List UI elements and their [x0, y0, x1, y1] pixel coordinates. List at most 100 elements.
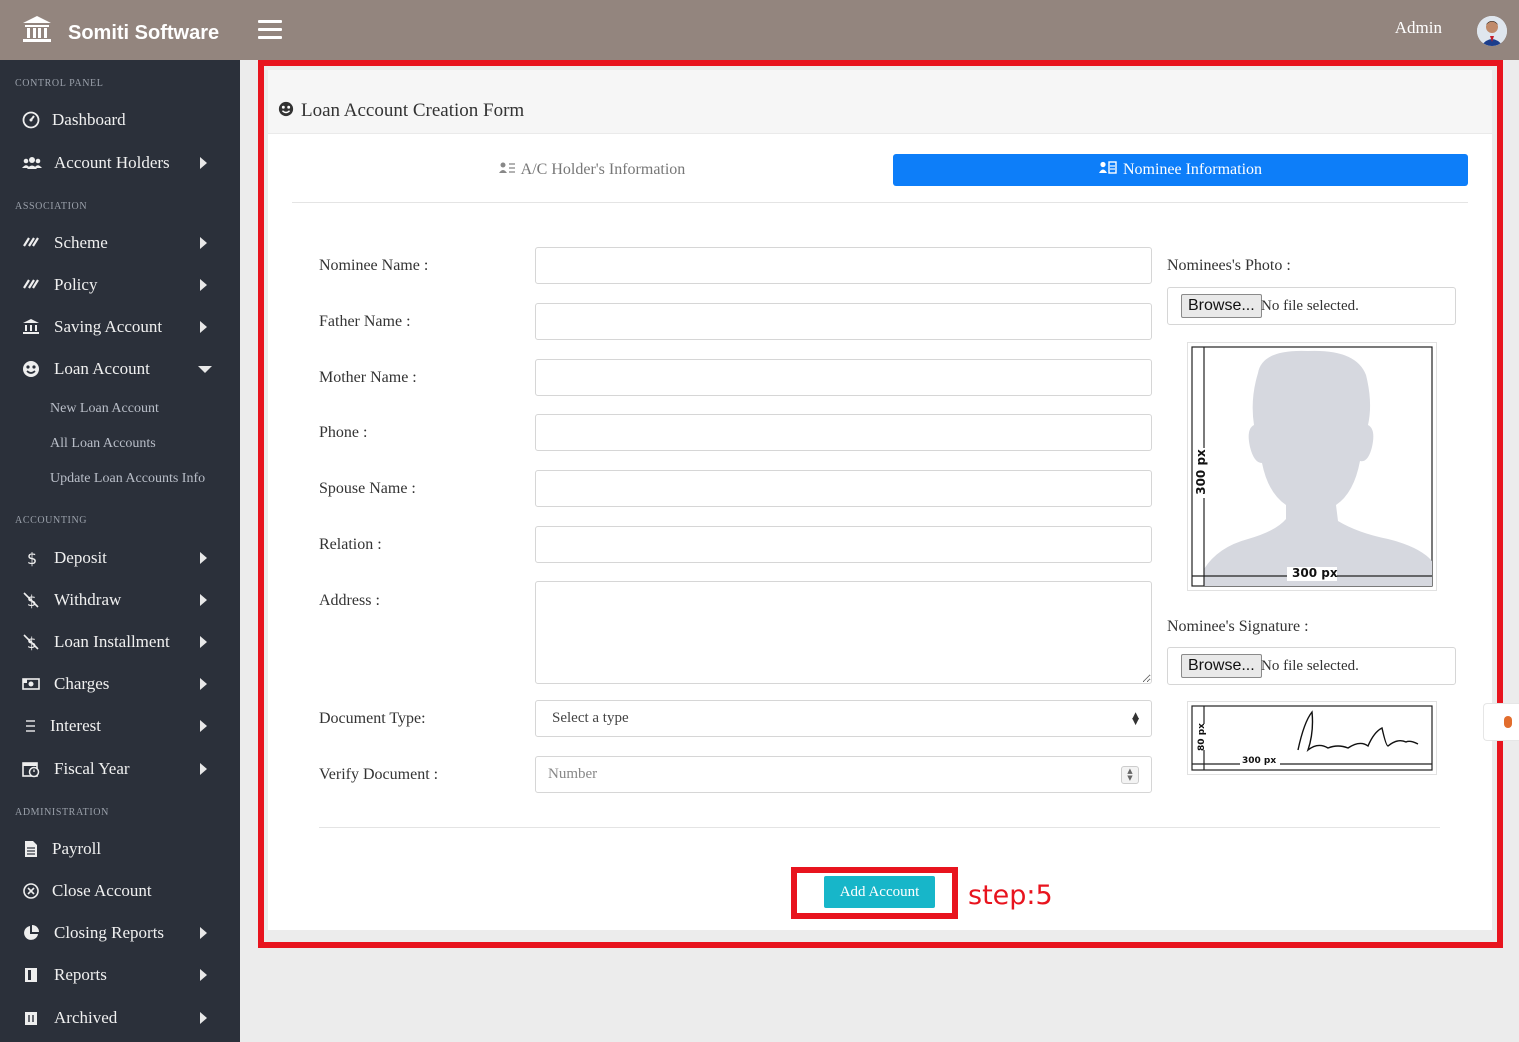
sidebar-label: Reports — [54, 965, 107, 984]
relation-input[interactable] — [535, 526, 1152, 563]
sidebar-subitem-update-loan-accounts[interactable]: Update Loan Accounts Info — [50, 471, 205, 487]
sidebar-item-withdraw[interactable]: $ Withdraw — [0, 581, 240, 619]
document-type-label: Document Type: — [319, 710, 426, 727]
document-type-select[interactable]: Select a type ▲ ▼ — [535, 700, 1152, 737]
brand[interactable]: Somiti Software — [0, 0, 240, 60]
sidebar-label: Withdraw — [54, 590, 122, 609]
sidebar-item-deposit[interactable]: $ Deposit — [0, 539, 240, 577]
link-icon — [22, 276, 40, 294]
sidebar-label: Deposit — [54, 548, 107, 567]
nominee-photo-file-input[interactable]: Browse... No file selected. — [1167, 287, 1456, 325]
photo-browse-button[interactable]: Browse... — [1181, 294, 1262, 318]
sidebar-item-account-holders[interactable]: Account Holders — [0, 144, 240, 182]
top-bar: Somiti Software Admin — [0, 0, 1519, 60]
signature-file-status: No file selected. — [1261, 658, 1359, 674]
sidebar-label: Archived — [54, 1008, 118, 1027]
chevron-right-icon — [200, 594, 207, 606]
sidebar-label: Scheme — [54, 233, 108, 252]
sidebar-label: Dashboard — [52, 110, 126, 129]
father-name-input[interactable] — [535, 303, 1152, 340]
add-account-button[interactable]: Add Account — [824, 876, 935, 908]
user-name[interactable]: Admin — [1395, 18, 1442, 38]
sidebar-label: Loan Installment — [54, 632, 170, 651]
sidebar: CONTROL PANEL Dashboard Account Holders … — [0, 60, 240, 1042]
tab-divider — [292, 202, 1468, 203]
tab-label: Nominee Information — [1122, 161, 1263, 178]
tab-nominee-information[interactable]: Nominee Information — [893, 154, 1468, 186]
signature-width-label: 300 px — [1242, 756, 1277, 766]
avatar[interactable] — [1477, 16, 1507, 46]
sidebar-item-dashboard[interactable]: Dashboard — [0, 101, 240, 139]
address-label: Address : — [319, 592, 380, 609]
sidebar-item-policy[interactable]: Policy — [0, 266, 240, 304]
section-administration: ADMINISTRATION — [15, 807, 109, 818]
bank-icon — [22, 15, 52, 45]
menu-toggle-icon[interactable] — [258, 20, 282, 40]
document-type-value: Select a type — [552, 710, 629, 726]
id-card-icon — [1098, 161, 1117, 179]
dollar-icon: $ — [22, 549, 40, 568]
chevron-right-icon — [200, 927, 207, 939]
sidebar-item-scheme[interactable]: Scheme — [0, 224, 240, 262]
sidebar-item-archived[interactable]: Archived — [0, 999, 240, 1037]
section-accounting: ACCOUNTING — [15, 515, 88, 526]
sidebar-label: Close Account — [52, 881, 152, 900]
chevron-right-icon — [200, 720, 207, 732]
nominee-name-input[interactable] — [535, 247, 1152, 284]
photo-height-label: 300 px — [1193, 449, 1208, 495]
card-header: Loan Account Creation Form — [268, 84, 1492, 134]
sidebar-item-close-account[interactable]: Close Account — [0, 872, 240, 910]
tab-label: A/C Holder's Information — [520, 161, 686, 178]
sidebar-item-fiscal-year[interactable]: Fiscal Year — [0, 750, 240, 788]
close-circle-icon — [22, 882, 40, 900]
photo-width-label: 300 px — [1292, 566, 1338, 580]
sidebar-item-closing-reports[interactable]: Closing Reports — [0, 914, 240, 952]
chevron-right-icon — [200, 969, 207, 981]
form-divider — [319, 827, 1440, 828]
section-control-panel: CONTROL PANEL — [15, 78, 104, 89]
bank-icon — [22, 318, 40, 336]
sidebar-label: Charges — [54, 674, 110, 693]
nominee-name-label: Nominee Name : — [319, 257, 429, 274]
nominee-signature-file-input[interactable]: Browse... No file selected. — [1167, 647, 1456, 685]
sidebar-subitem-new-loan-account[interactable]: New Loan Account — [50, 401, 159, 417]
sidebar-label: Interest — [50, 716, 101, 735]
sidebar-item-saving-account[interactable]: Saving Account — [0, 308, 240, 346]
loan-icon — [278, 101, 294, 117]
sidebar-item-reports[interactable]: Reports — [0, 956, 240, 994]
side-widget-tab[interactable] — [1483, 703, 1519, 741]
sidebar-label: Saving Account — [54, 317, 163, 336]
verify-document-input[interactable]: Number ▲ ▼ — [535, 756, 1152, 793]
svg-text:$: $ — [27, 549, 37, 567]
address-textarea[interactable] — [535, 581, 1152, 684]
sidebar-item-loan-installment[interactable]: $ Loan Installment — [0, 623, 240, 661]
phone-input[interactable] — [535, 414, 1152, 451]
chevron-right-icon — [200, 237, 207, 249]
mother-name-label: Mother Name : — [319, 369, 417, 386]
tab-holder-information[interactable]: A/C Holder's Information — [292, 154, 892, 186]
dashboard-icon — [22, 111, 40, 129]
spouse-name-label: Spouse Name : — [319, 480, 416, 497]
signature-placeholder: 300 px 80 px — [1187, 701, 1437, 775]
link-icon — [22, 234, 40, 252]
nominee-photo-label: Nominees's Photo : — [1167, 257, 1291, 274]
chevron-right-icon — [200, 157, 207, 169]
number-spinner-icon[interactable]: ▲ ▼ — [1121, 766, 1139, 784]
book-icon — [22, 966, 40, 984]
side-widget-icon — [1504, 716, 1512, 728]
sidebar-subitem-all-loan-accounts[interactable]: All Loan Accounts — [50, 436, 156, 452]
mother-name-input[interactable] — [535, 359, 1152, 396]
document-icon — [22, 840, 40, 858]
dollar-slash-icon: $ — [22, 591, 40, 610]
sidebar-item-charges[interactable]: Charges — [0, 665, 240, 703]
sidebar-item-payroll[interactable]: Payroll — [0, 830, 240, 868]
section-association: ASSOCIATION — [15, 201, 88, 212]
chevron-right-icon — [200, 321, 207, 333]
brand-name: Somiti Software — [68, 21, 220, 44]
signature-browse-button[interactable]: Browse... — [1181, 654, 1262, 678]
sidebar-item-loan-account[interactable]: Loan Account — [0, 350, 240, 388]
sidebar-item-interest[interactable]: Interest — [0, 707, 240, 745]
user-list-icon — [498, 161, 515, 179]
spouse-name-input[interactable] — [535, 470, 1152, 507]
sidebar-label: Closing Reports — [54, 923, 165, 942]
